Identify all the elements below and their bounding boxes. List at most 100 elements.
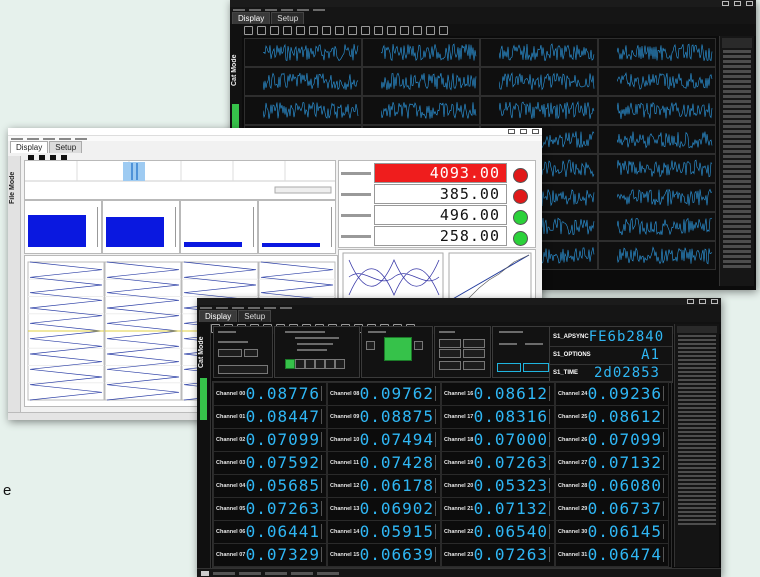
rate-input[interactable] [218,349,242,357]
channel-list-row[interactable] [678,515,716,517]
channel-list-row[interactable] [678,423,716,425]
pause-icon[interactable] [257,25,266,35]
channel-list-row[interactable] [723,265,751,268]
channel-list-row[interactable] [678,451,716,453]
channel-list-row[interactable] [723,255,751,258]
menu-item[interactable] [313,8,325,11]
channel-list-row[interactable] [723,220,751,223]
channel-list-row[interactable] [723,225,751,228]
channel-list-row[interactable] [678,395,716,397]
channel-list-row[interactable] [723,245,751,248]
menu-item[interactable] [264,306,276,309]
config-button[interactable] [218,365,268,374]
channel-list-row[interactable] [723,105,751,108]
channel-list-row[interactable] [723,165,751,168]
channel-list-row[interactable] [678,523,716,525]
channel-list-row[interactable] [678,475,716,477]
channel-list-row[interactable] [678,507,716,509]
channel-list-row[interactable] [723,95,751,98]
menu-item[interactable] [248,306,260,309]
record-option-button[interactable] [463,349,485,358]
channel-list-row[interactable] [678,407,716,409]
trigger-cell[interactable] [325,359,335,369]
list-icon[interactable] [413,25,422,35]
channel-list-row[interactable] [678,455,716,457]
channel-list-row[interactable] [678,519,716,521]
channel-list-row[interactable] [678,335,716,337]
channel-list-row[interactable] [723,185,751,188]
menu-item[interactable] [59,137,71,140]
record-option-button[interactable] [463,339,485,348]
channel-list-row[interactable] [723,65,751,68]
channel-list-row[interactable] [723,155,751,158]
channel-list-row[interactable] [678,479,716,481]
channel-list-row[interactable] [723,195,751,198]
expand-icon[interactable] [244,25,253,35]
channel-list-row[interactable] [723,190,751,193]
trigger-cell[interactable] [305,359,315,369]
channel-list-row[interactable] [723,70,751,73]
network-icon[interactable] [361,25,370,35]
channel-list-row[interactable] [678,435,716,437]
channel-list-row[interactable] [723,235,751,238]
tab-display[interactable]: Display [199,310,238,322]
channel-list-row[interactable] [678,415,716,417]
channel-list-row[interactable] [678,431,716,433]
channel-list-row[interactable] [678,359,716,361]
channel-list-row[interactable] [678,495,716,497]
apply-button[interactable] [244,349,258,357]
grid-icon[interactable] [322,25,331,35]
status-action-button[interactable] [523,363,549,372]
add-icon[interactable] [201,570,209,576]
close-icon[interactable] [746,1,753,6]
channel-list-row[interactable] [723,110,751,113]
bar-chart-icon[interactable] [296,25,305,35]
menu-item[interactable] [200,306,212,309]
minimize-icon[interactable] [722,1,729,6]
maximize-icon[interactable] [734,1,741,6]
channel-list-row[interactable] [678,339,716,341]
menu-item[interactable] [232,306,244,309]
channel-list-row[interactable] [678,391,716,393]
channel-list-row[interactable] [723,125,751,128]
monitor-icon[interactable] [426,25,435,35]
channel-list-row[interactable] [678,351,716,353]
channel-list-row[interactable] [723,260,751,263]
channel-list-row[interactable] [678,363,716,365]
status-action-button[interactable] [497,363,521,372]
power-toggle-button[interactable] [384,337,412,361]
channel-list-row[interactable] [723,85,751,88]
menu-item[interactable] [281,8,293,11]
menu-item[interactable] [11,137,23,140]
channel-list-row[interactable] [678,375,716,377]
menu-item[interactable] [216,306,228,309]
channel-list-panel[interactable] [674,324,719,567]
channel-list-row[interactable] [723,55,751,58]
formula-icon[interactable] [387,25,396,35]
gauge-icon[interactable] [400,25,409,35]
menu-item[interactable] [27,137,39,140]
channel-list-row[interactable] [723,100,751,103]
menu-item[interactable] [43,137,55,140]
channel-list-row[interactable] [723,230,751,233]
record-start-button[interactable] [439,361,461,370]
menu-item[interactable] [75,137,87,140]
tab-display[interactable]: Display [232,12,271,24]
channel-list-row[interactable] [678,467,716,469]
channel-list-row[interactable] [723,115,751,118]
channel-list-row[interactable] [723,175,751,178]
channel-list-row[interactable] [723,170,751,173]
channel-list-row[interactable] [723,160,751,163]
channel-list-row[interactable] [723,200,751,203]
channel-list-row[interactable] [723,140,751,143]
enable-checkbox[interactable] [414,341,423,350]
channel-list-row[interactable] [678,439,716,441]
channel-list-row[interactable] [678,355,716,357]
channel-list-row[interactable] [723,50,751,53]
channel-list-row[interactable] [678,387,716,389]
channel-list-row[interactable] [678,347,716,349]
channel-list-row[interactable] [678,383,716,385]
channel-list-row[interactable] [723,150,751,153]
channel-list-row[interactable] [723,60,751,63]
channel-list-row[interactable] [678,459,716,461]
